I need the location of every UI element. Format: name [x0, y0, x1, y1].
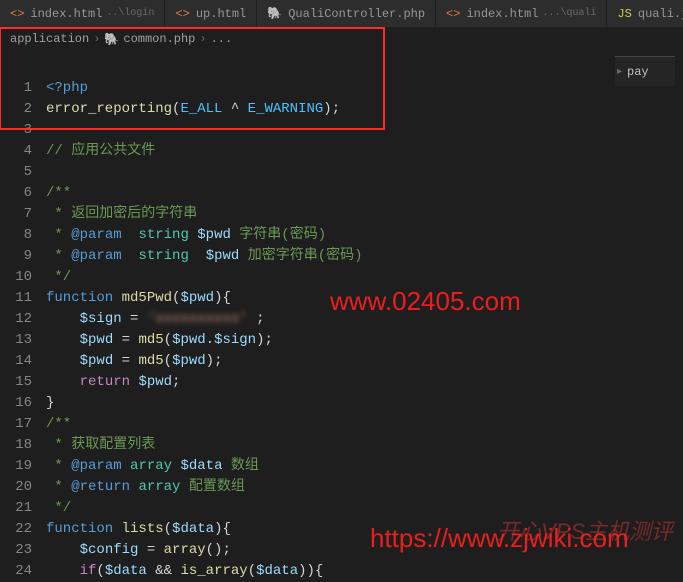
tab-sublabel: ..\login — [106, 8, 154, 19]
breadcrumb-segment: common.php — [123, 32, 195, 46]
code-content[interactable]: <?php error_reporting(E_ALL ^ E_WARNING)… — [46, 50, 683, 582]
breadcrumb[interactable]: application › 🐘 common.php › ... — [0, 28, 683, 50]
html-icon: <> — [10, 7, 24, 21]
php-icon: 🐘 — [104, 32, 119, 47]
tab-qualijs[interactable]: JS quali.js — [607, 0, 683, 27]
html-icon: <> — [175, 7, 189, 21]
html-icon: <> — [446, 7, 460, 21]
code-editor[interactable]: 1234 5678 9101112 13141516 17181920 2122… — [0, 50, 683, 582]
js-icon: JS — [617, 7, 631, 21]
breadcrumb-segment: ... — [211, 32, 233, 46]
tab-sublabel: ...\quali — [542, 8, 596, 19]
chevron-right-icon: › — [199, 32, 206, 46]
tab-bar: <> index.html ..\login <> up.html 🐘 Qual… — [0, 0, 683, 28]
php-open-tag: <?php — [46, 80, 88, 96]
tab-label: quali.js — [638, 7, 683, 21]
tab-qualicontroller[interactable]: 🐘 QualiController.php — [257, 0, 436, 27]
tab-label: index.html — [30, 7, 102, 21]
tab-label: QualiController.php — [288, 7, 425, 21]
php-icon: 🐘 — [267, 6, 282, 21]
tab-label: up.html — [196, 7, 246, 21]
line-gutter: 1234 5678 9101112 13141516 17181920 2122… — [0, 50, 46, 582]
tab-label: index.html — [466, 7, 538, 21]
tab-index-login[interactable]: <> index.html ..\login — [0, 0, 165, 27]
breadcrumb-segment: application — [10, 32, 89, 46]
tab-index-quali[interactable]: <> index.html ...\quali — [436, 0, 607, 27]
tab-up[interactable]: <> up.html — [165, 0, 257, 27]
chevron-right-icon: › — [93, 32, 100, 46]
